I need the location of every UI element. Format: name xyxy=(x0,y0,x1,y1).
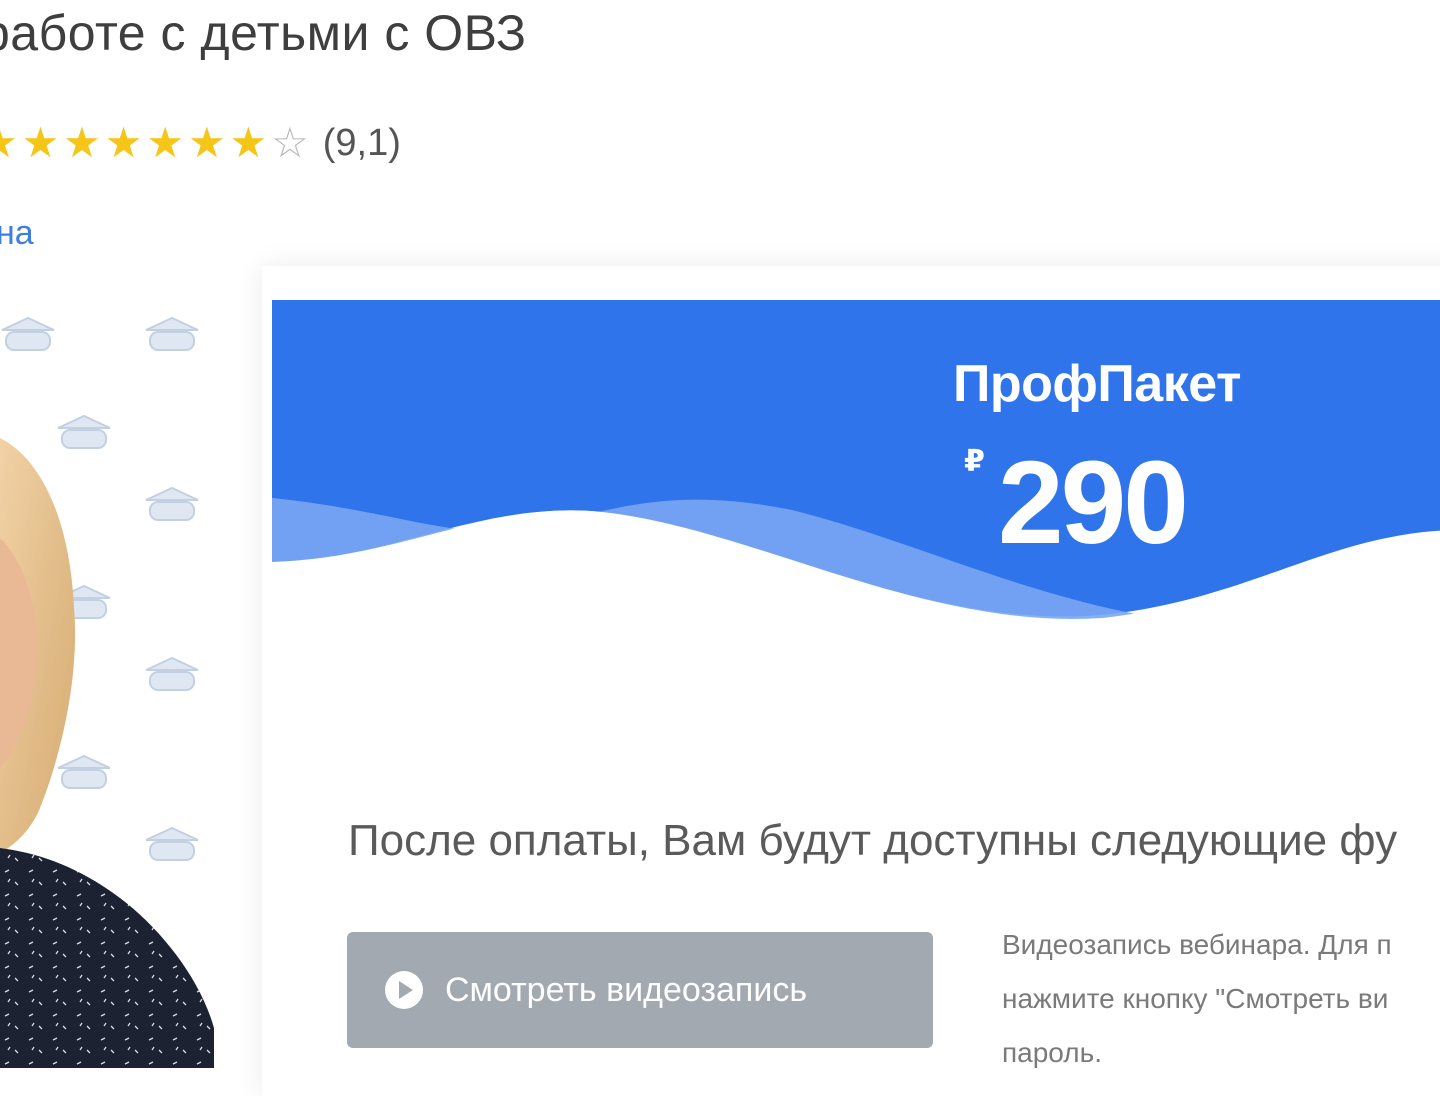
offer-header xyxy=(272,300,1440,630)
star-icon: ★ xyxy=(63,119,101,166)
package-name: ПрофПакет xyxy=(953,355,1241,413)
description-line: нажмите кнопку "Смотреть ви xyxy=(1002,983,1389,1014)
star-icon: ★ xyxy=(187,119,226,166)
video-description: Видеозапись вебинара. Для п нажмите кноп… xyxy=(1002,918,1440,1080)
author-photo xyxy=(0,288,220,1068)
star-icon: ★ xyxy=(229,119,268,166)
page-title: работе с детьми с ОВЗ xyxy=(0,5,527,61)
star-icon: ★ xyxy=(0,118,20,168)
star-icon: ★ xyxy=(104,119,143,166)
rating: ★ ★ ★ ★ ★ ★ ★ ☆ (9,1) xyxy=(0,118,401,168)
play-icon xyxy=(385,971,423,1009)
watch-video-label: Смотреть видеозапись xyxy=(445,970,808,1009)
description-line: пароль. xyxy=(1002,1037,1102,1068)
description-line: Видеозапись вебинара. Для п xyxy=(1002,929,1392,960)
star-empty-icon: ☆ xyxy=(271,119,309,166)
rating-stars: ★ ★ ★ ★ ★ ★ ★ ☆ xyxy=(0,118,311,168)
access-heading: После оплаты, Вам будут доступны следующ… xyxy=(348,816,1398,865)
offer-card: ПрофПакет ₽ 290 После оплаты, Вам будут … xyxy=(262,266,1440,1096)
currency-symbol: ₽ xyxy=(964,445,985,478)
rating-value: (9,1) xyxy=(322,121,401,164)
star-icon: ★ xyxy=(146,119,184,166)
watch-video-button[interactable]: Смотреть видеозапись xyxy=(347,932,933,1048)
author-link[interactable]: на xyxy=(0,214,34,253)
star-icon: ★ xyxy=(21,119,60,166)
package-price: 290 xyxy=(998,437,1189,569)
